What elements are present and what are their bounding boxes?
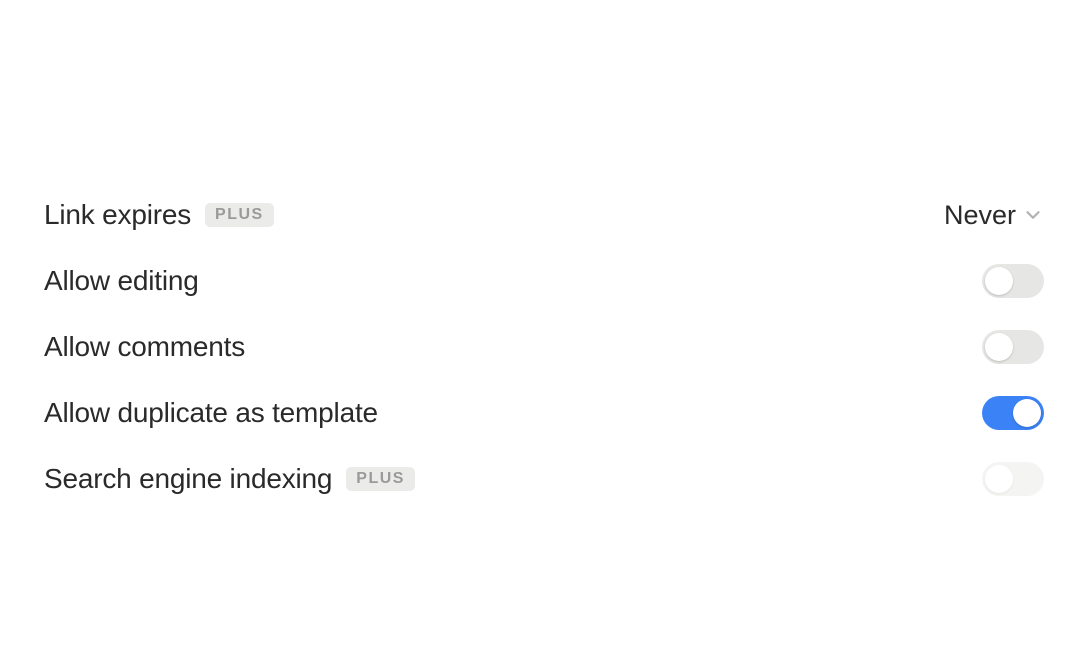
toggle-knob [985,267,1013,295]
row-allow-duplicate: Allow duplicate as template [44,380,1044,446]
row-allow-editing: Allow editing [44,248,1044,314]
toggle-knob [1013,399,1041,427]
row-left: Link expires PLUS [44,199,274,231]
search-indexing-toggle [982,462,1044,496]
row-search-indexing: Search engine indexing PLUS [44,446,1044,512]
plus-badge: PLUS [346,467,415,491]
link-expires-label: Link expires [44,199,191,231]
allow-editing-toggle[interactable] [982,264,1044,298]
search-indexing-label: Search engine indexing [44,463,332,495]
row-left: Search engine indexing PLUS [44,463,415,495]
allow-duplicate-label: Allow duplicate as template [44,397,378,429]
row-left: Allow comments [44,331,245,363]
plus-badge: PLUS [205,203,274,227]
chevron-down-icon [1022,204,1044,226]
link-expires-dropdown[interactable]: Never [944,200,1044,231]
allow-comments-toggle[interactable] [982,330,1044,364]
row-allow-comments: Allow comments [44,314,1044,380]
row-left: Allow duplicate as template [44,397,378,429]
allow-editing-label: Allow editing [44,265,199,297]
toggle-knob [985,333,1013,361]
row-link-expires: Link expires PLUS Never [44,182,1044,248]
row-left: Allow editing [44,265,199,297]
link-expires-value: Never [944,200,1016,231]
toggle-knob [985,465,1013,493]
allow-duplicate-toggle[interactable] [982,396,1044,430]
allow-comments-label: Allow comments [44,331,245,363]
